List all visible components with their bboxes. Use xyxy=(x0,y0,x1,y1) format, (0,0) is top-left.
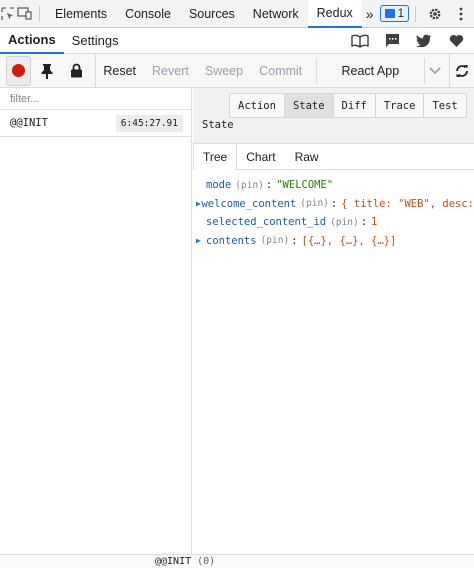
tree-node-mode[interactable]: mode (pin) : "WELCOME" xyxy=(193,176,474,195)
toolbar-divider xyxy=(39,5,40,22)
redux-header: Actions Settings xyxy=(0,28,474,54)
tab-console[interactable]: Console xyxy=(116,0,180,28)
state-tree: mode (pin) : "WELCOME" ▶ welcome_content… xyxy=(193,170,474,250)
lock-button[interactable] xyxy=(64,56,89,86)
footer-action-label: @@INIT xyxy=(155,556,192,567)
filter-container xyxy=(0,88,192,110)
tree-value: { title: "WEB", desc: xyxy=(341,197,474,210)
pin-link[interactable]: (pin) xyxy=(300,198,329,209)
kebab-icon[interactable] xyxy=(448,0,474,28)
tree-value: [{…}, {…}, {…}] xyxy=(301,234,397,247)
instance-select[interactable]: React App xyxy=(316,57,423,84)
mode-trace[interactable]: Trace xyxy=(376,94,425,117)
tree-key: mode xyxy=(206,179,232,192)
tree-node-welcome-content[interactable]: ▶ welcome_content (pin) : { title: "WEB"… xyxy=(193,195,474,214)
sweep-button[interactable]: Sweep xyxy=(197,64,251,78)
record-button[interactable] xyxy=(6,55,32,86)
expand-arrow-icon[interactable]: ▶ xyxy=(193,236,206,245)
more-tabs-button[interactable]: » xyxy=(362,6,378,22)
filter-input[interactable] xyxy=(10,92,182,105)
expand-arrow-icon[interactable]: ▶ xyxy=(193,199,201,208)
mode-diff[interactable]: Diff xyxy=(334,94,376,117)
message-icon xyxy=(384,9,395,18)
action-list-item[interactable]: @@INIT 6:45:27.91 xyxy=(0,110,191,137)
tab-tree[interactable]: Tree xyxy=(193,144,238,170)
tree-key: selected_content_id xyxy=(206,216,327,229)
tree-key: welcome_content xyxy=(201,197,297,210)
commit-button[interactable]: Commit xyxy=(251,64,310,78)
twitter-icon[interactable] xyxy=(414,31,434,51)
pin-link[interactable]: (pin) xyxy=(330,217,359,228)
redux-toolbar: Reset Revert Sweep Commit React App xyxy=(0,53,474,88)
issues-badge[interactable]: 1 xyxy=(379,5,409,22)
action-timestamp: 6:45:27.91 xyxy=(115,114,183,132)
view-tabs: Tree Chart Raw xyxy=(193,144,474,170)
footer-action-count: (0) xyxy=(197,556,216,567)
slider-footer: @@INIT (0) xyxy=(0,554,474,568)
pin-button[interactable] xyxy=(35,56,60,86)
inspector-header: Action State Diff Trace Test State xyxy=(193,88,474,144)
tab-actions[interactable]: Actions xyxy=(0,28,64,54)
pin-link[interactable]: (pin) xyxy=(235,180,264,191)
mode-action[interactable]: Action xyxy=(230,94,285,117)
inspector-mode-selector: Action State Diff Trace Test xyxy=(229,93,467,118)
book-icon[interactable] xyxy=(350,31,370,51)
action-name: @@INIT xyxy=(10,117,48,129)
tree-key: contents xyxy=(206,234,257,247)
tab-redux[interactable]: Redux xyxy=(307,0,362,28)
sync-icon xyxy=(456,64,468,77)
gear-icon[interactable] xyxy=(422,0,448,28)
tab-sources[interactable]: Sources xyxy=(180,0,244,28)
pin-icon xyxy=(41,63,53,79)
tab-elements[interactable]: Elements xyxy=(46,0,116,28)
action-list-pane: @@INIT 6:45:27.91 xyxy=(0,88,192,554)
heart-icon[interactable] xyxy=(446,31,466,51)
toolbar-divider xyxy=(415,5,416,22)
record-icon xyxy=(12,64,26,77)
tree-node-contents[interactable]: ▶ contents (pin) : [{…}, {…}, {…}] xyxy=(193,232,474,251)
tab-raw[interactable]: Raw xyxy=(286,144,329,170)
tree-value: "WELCOME" xyxy=(276,179,334,192)
device-toolbar-icon[interactable] xyxy=(17,0,34,28)
tree-node-selected-content-id[interactable]: selected_content_id (pin) : 1 xyxy=(193,213,474,232)
tab-settings[interactable]: Settings xyxy=(64,28,127,54)
chevron-down-icon[interactable] xyxy=(423,57,446,84)
reset-button[interactable]: Reset xyxy=(95,64,144,78)
pin-link[interactable]: (pin) xyxy=(261,235,290,246)
mode-state[interactable]: State xyxy=(284,94,334,117)
tab-network[interactable]: Network xyxy=(244,0,308,28)
tab-chart[interactable]: Chart xyxy=(237,144,285,170)
devtools-tab-bar: Elements Console Sources Network Redux »… xyxy=(0,0,474,28)
sync-button[interactable] xyxy=(449,53,474,88)
lock-icon xyxy=(70,63,82,78)
mode-test[interactable]: Test xyxy=(424,94,465,117)
inspector-title: State xyxy=(202,119,234,131)
chat-icon[interactable] xyxy=(382,31,402,51)
inspect-element-icon[interactable] xyxy=(0,0,17,28)
issues-count: 1 xyxy=(397,7,404,20)
inspector-pane: Action State Diff Trace Test State Tree … xyxy=(193,88,474,554)
revert-button[interactable]: Revert xyxy=(144,64,197,78)
tree-value: 1 xyxy=(371,216,378,229)
